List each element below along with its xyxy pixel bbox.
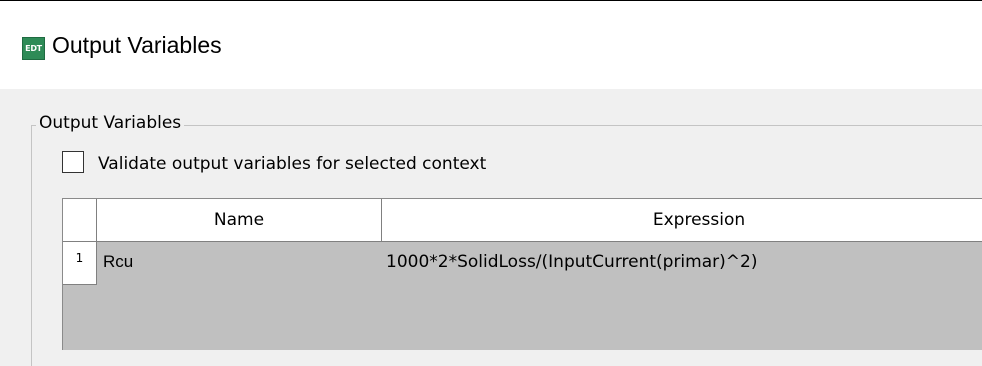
column-header-expression[interactable]: Expression <box>382 199 982 242</box>
cell-name[interactable]: Rcu <box>97 242 382 285</box>
title-bar: EDT Output Variables <box>0 0 982 89</box>
table-corner-header[interactable] <box>63 199 97 242</box>
validate-checkbox-label[interactable]: Validate output variables for selected c… <box>98 154 486 174</box>
window-title: Output Variables <box>52 32 222 58</box>
row-number[interactable]: 1 <box>63 242 97 285</box>
validate-checkbox[interactable] <box>62 151 84 173</box>
app-icon: EDT <box>22 37 45 60</box>
cell-expression[interactable]: 1000*2*SolidLoss/(InputCurrent(primar)^2… <box>382 242 982 285</box>
column-header-name[interactable]: Name <box>97 199 382 242</box>
output-variables-table: Name Expression 1 Rcu 1000*2*SolidLoss/(… <box>62 198 982 350</box>
group-label: Output Variables <box>36 113 185 133</box>
